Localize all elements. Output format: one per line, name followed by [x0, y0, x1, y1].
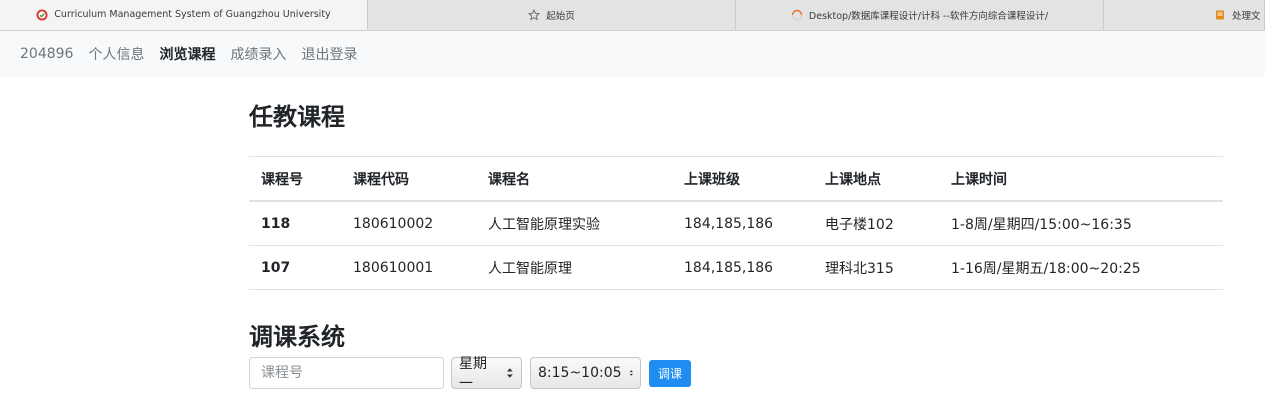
cell-class: 184,185,186	[672, 201, 813, 246]
col-header-course-no: 课程号	[249, 156, 341, 202]
tab-title: 起始页	[546, 11, 575, 22]
nav-browse-courses[interactable]: 浏览课程	[159, 44, 215, 64]
star-icon	[528, 9, 541, 21]
browser-tab-start-page[interactable]: 起始页	[368, 0, 736, 30]
table-row: 118 180610002 人工智能原理实验 184,185,186 电子楼10…	[249, 201, 1223, 246]
table-row: 107 180610001 人工智能原理 184,185,186 理科北315 …	[249, 245, 1223, 290]
browser-tab-desktop-folder[interactable]: Desktop/数据库课程设计/计科 --软件方向综合课程设计/	[736, 0, 1104, 30]
cell-course-code: 180610001	[341, 245, 476, 290]
browser-tab-curriculum[interactable]: Curriculum Management System of Guangzho…	[0, 0, 368, 30]
col-header-course-code: 课程代码	[341, 156, 476, 202]
teaching-courses-title: 任教课程	[249, 103, 345, 131]
nav-logout[interactable]: 退出登录	[301, 44, 357, 64]
time-slot-select[interactable]: 8:15~10:05	[530, 357, 641, 389]
cell-time: 1-8周/星期四/15:00~16:35	[939, 201, 1223, 246]
col-header-location: 上课地点	[813, 156, 939, 202]
col-header-course-name: 课程名	[476, 156, 672, 202]
up-down-chevron-icon	[629, 370, 633, 376]
browser-tab-document[interactable]: 处理文	[1104, 0, 1265, 30]
table-header-row: 课程号 课程代码 课程名 上课班级 上课地点 上课时间	[249, 156, 1223, 202]
app-navbar: 204896 个人信息 浏览课程 成绩录入 退出登录	[0, 31, 1265, 77]
nav-personal-info[interactable]: 个人信息	[88, 44, 144, 64]
weekday-select-value: 星期一	[459, 356, 487, 392]
user-id-brand[interactable]: 204896	[20, 46, 73, 62]
main-content: 任教课程 课程号 课程代码 课程名 上课班级 上课地点 上课时间 118 180…	[249, 77, 1223, 392]
teaching-courses-table: 课程号 课程代码 课程名 上课班级 上课地点 上课时间 118 18061000…	[249, 156, 1223, 290]
weekday-select[interactable]: 星期一	[451, 356, 522, 392]
cell-location: 电子楼102	[813, 201, 939, 246]
adjust-form: 星期一 8:15~10:05 调课	[249, 356, 692, 392]
browser-tab-strip: Curriculum Management System of Guangzho…	[0, 0, 1265, 31]
loading-spinner-icon	[791, 9, 803, 20]
time-slot-select-value: 8:15~10:05	[538, 365, 622, 381]
cell-course-name: 人工智能原理	[476, 245, 672, 290]
adjust-system-title: 调课系统	[249, 323, 345, 351]
cell-time: 1-16周/星期五/18:00~20:25	[939, 245, 1223, 290]
up-down-chevron-icon	[507, 368, 514, 378]
cell-course-no: 107	[249, 245, 341, 290]
tab-title: Desktop/数据库课程设计/计科 --软件方向综合课程设计/	[808, 11, 1049, 22]
adjust-course-button[interactable]: 调课	[649, 359, 692, 387]
tab-title: Curriculum Management System of Guangzho…	[54, 9, 331, 20]
nav-grade-entry[interactable]: 成绩录入	[230, 44, 286, 64]
university-logo-icon	[36, 9, 48, 20]
cell-class: 184,185,186	[672, 245, 813, 290]
cell-course-name: 人工智能原理实验	[476, 201, 672, 246]
col-header-class: 上课班级	[672, 156, 813, 202]
document-icon	[1216, 10, 1224, 20]
col-header-time: 上课时间	[939, 156, 1223, 202]
tab-title: 处理文	[1232, 11, 1261, 22]
cell-course-code: 180610002	[341, 201, 476, 246]
cell-course-no: 118	[249, 201, 341, 246]
cell-location: 理科北315	[813, 245, 939, 290]
course-no-input[interactable]	[249, 357, 444, 389]
